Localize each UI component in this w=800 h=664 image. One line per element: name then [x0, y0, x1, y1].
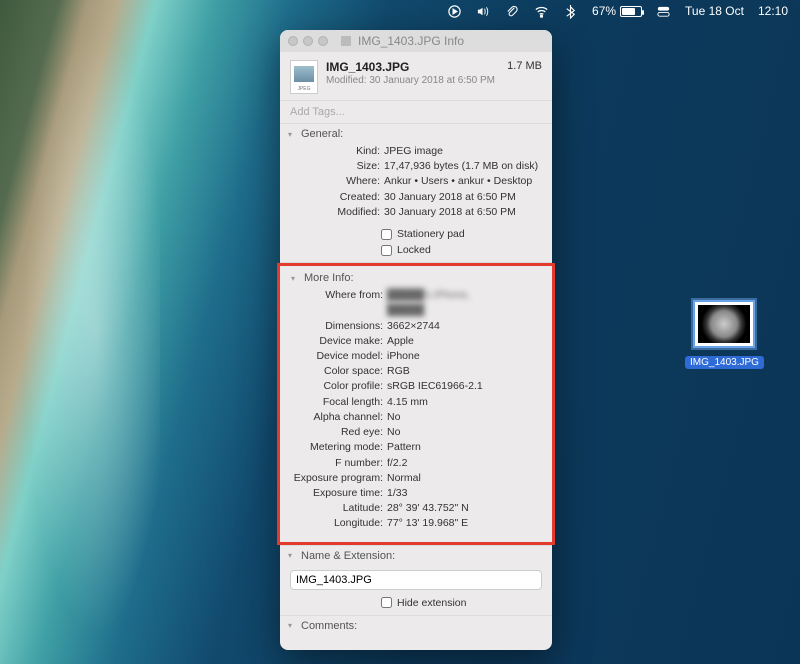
bluetooth-icon[interactable]: [563, 4, 578, 19]
f-number-value: f/2.2: [387, 456, 539, 471]
device-make-label: Device make:: [293, 334, 383, 349]
section-comments: ▾ Comments:: [280, 616, 552, 650]
volume-icon[interactable]: [476, 4, 491, 19]
kind-value: JPEG image: [384, 144, 542, 159]
modified-value: 30 January 2018 at 6:50 PM: [384, 205, 542, 220]
file-header: IMG_1403.JPG Modified: 30 January 2018 a…: [280, 52, 552, 100]
exposure-program-value: Normal: [387, 471, 539, 486]
exposure-time-value: 1/33: [387, 486, 539, 501]
metering-mode-value: Pattern: [387, 440, 539, 455]
menu-bar: 67% Tue 18 Oct 12:10: [0, 0, 800, 22]
desktop-file-item[interactable]: IMG_1403.JPG: [685, 300, 763, 370]
color-profile-value: sRGB IEC61966-2.1: [387, 379, 539, 394]
color-space-value: RGB: [387, 364, 539, 379]
size-value: 17,47,936 bytes (1.7 MB on disk): [384, 159, 542, 174]
created-value: 30 January 2018 at 6:50 PM: [384, 190, 542, 205]
section-general-header[interactable]: ▾ General:: [280, 124, 552, 144]
focal-length-label: Focal length:: [293, 395, 383, 410]
chevron-down-icon: ▾: [288, 621, 298, 630]
alpha-channel-label: Alpha channel:: [293, 410, 383, 425]
color-profile-label: Color profile:: [293, 379, 383, 394]
stationery-pad-checkbox[interactable]: Stationery pad: [280, 226, 552, 242]
latitude-label: Latitude:: [293, 501, 383, 516]
where-value: Ankur • Users • ankur • Desktop: [384, 174, 542, 189]
title-doc-icon: [340, 35, 352, 47]
longitude-label: Longitude:: [293, 516, 383, 531]
red-eye-label: Red eye:: [293, 425, 383, 440]
wherefrom-value: █████'s iPhone,: [387, 288, 539, 303]
control-center-icon[interactable]: [656, 4, 671, 19]
desktop-file-label: IMG_1403.JPG: [685, 356, 764, 369]
get-info-window: IMG_1403.JPG Info IMG_1403.JPG Modified:…: [280, 30, 552, 650]
section-comments-header[interactable]: ▾ Comments:: [280, 616, 552, 636]
exposure-program-label: Exposure program:: [293, 471, 383, 486]
attachment-icon[interactable]: [505, 4, 520, 19]
metering-mode-label: Metering mode:: [293, 440, 383, 455]
device-model-value: iPhone: [387, 349, 539, 364]
file-name: IMG_1403.JPG: [326, 60, 499, 74]
locked-checkbox[interactable]: Locked: [280, 242, 552, 262]
tags-field[interactable]: Add Tags...: [280, 100, 552, 124]
size-label: Size:: [290, 159, 380, 174]
menubar-date[interactable]: Tue 18 Oct: [685, 4, 744, 18]
battery-icon: [620, 6, 642, 17]
where-label: Where:: [290, 174, 380, 189]
window-titlebar[interactable]: IMG_1403.JPG Info: [280, 30, 552, 52]
window-title: IMG_1403.JPG Info: [358, 34, 464, 48]
red-eye-value: No: [387, 425, 539, 440]
chevron-down-icon: ▾: [288, 551, 298, 560]
highlight-box: ▾ More Info: Where from: █████'s iPhone,…: [277, 263, 555, 545]
longitude-value: 77° 13' 19.968" E: [387, 516, 539, 531]
f-number-label: F number:: [293, 456, 383, 471]
focal-length-value: 4.15 mm: [387, 395, 539, 410]
kind-label: Kind:: [290, 144, 380, 159]
filename-input[interactable]: [290, 570, 542, 590]
device-model-label: Device model:: [293, 349, 383, 364]
exposure-time-label: Exposure time:: [293, 486, 383, 501]
file-size: 1.7 MB: [507, 60, 542, 72]
section-more-info-header[interactable]: ▾ More Info:: [283, 268, 549, 288]
menubar-time[interactable]: 12:10: [758, 4, 788, 18]
device-make-value: Apple: [387, 334, 539, 349]
file-thumbnail: [693, 300, 755, 348]
file-modified-line: Modified: 30 January 2018 at 6:50 PM: [326, 75, 499, 86]
section-more-info: ▾ More Info: Where from: █████'s iPhone,…: [280, 263, 552, 546]
dimensions-value: 3662×2744: [387, 319, 539, 334]
modified-label: Modified:: [290, 205, 380, 220]
wallpaper-foam: [0, 0, 160, 664]
color-space-label: Color space:: [293, 364, 383, 379]
dimensions-label: Dimensions:: [293, 319, 383, 334]
latitude-value: 28° 39' 43.752" N: [387, 501, 539, 516]
created-label: Created:: [290, 190, 380, 205]
traffic-lights[interactable]: [288, 36, 328, 46]
section-name-ext-header[interactable]: ▾ Name & Extension:: [280, 546, 552, 566]
wifi-icon[interactable]: [534, 4, 549, 19]
now-playing-icon[interactable]: [447, 4, 462, 19]
chevron-down-icon: ▾: [288, 130, 298, 139]
section-name-extension: ▾ Name & Extension: Hide extension: [280, 546, 552, 616]
wherefrom-label: Where from:: [293, 288, 383, 303]
battery-percent: 67%: [592, 4, 616, 18]
alpha-channel-value: No: [387, 410, 539, 425]
section-general: ▾ General: Kind: JPEG image Size: 17,47,93…: [280, 124, 552, 263]
hide-extension-checkbox[interactable]: Hide extension: [280, 595, 552, 615]
chevron-down-icon: ▾: [291, 274, 301, 283]
file-thumbnail-icon: [290, 60, 318, 94]
battery-status[interactable]: 67%: [592, 4, 642, 18]
